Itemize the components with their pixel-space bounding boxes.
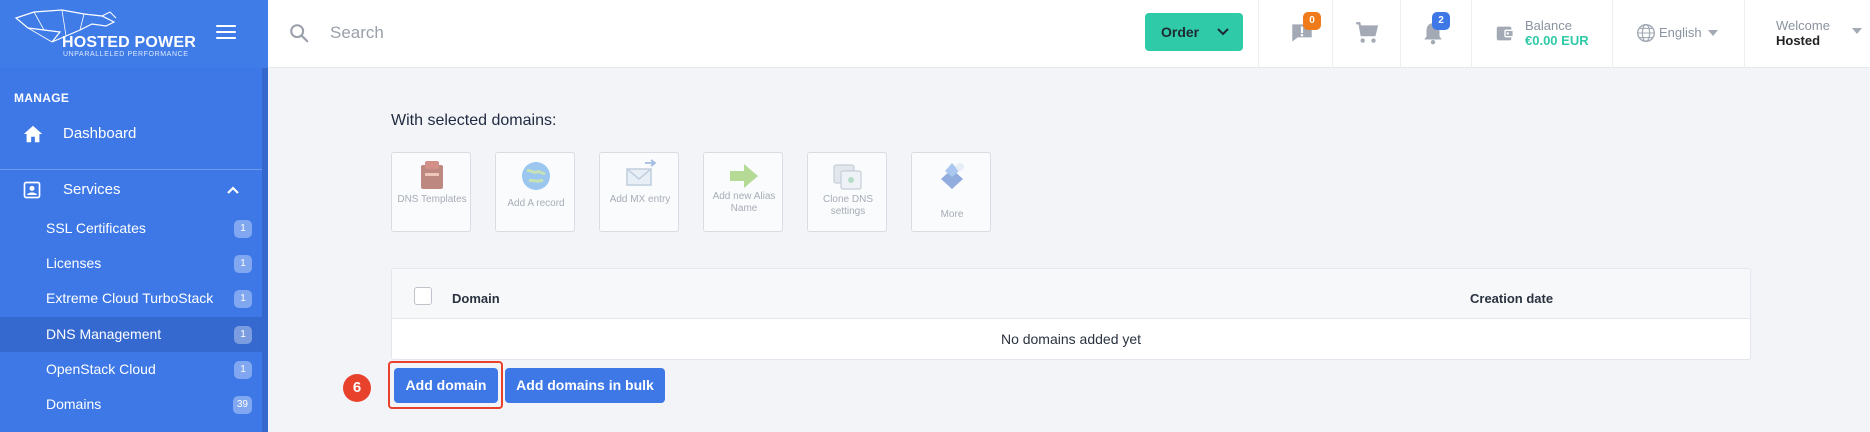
notifications-count-badge: 2 bbox=[1432, 12, 1450, 30]
sidebar-item-licenses[interactable]: Licenses 1 bbox=[0, 246, 262, 281]
sidebar-item-ssl-certificates[interactable]: SSL Certificates 1 bbox=[0, 211, 262, 246]
action-dns-templates[interactable]: DNS Templates bbox=[391, 152, 471, 232]
sidebar-item-domains[interactable]: Domains 39 bbox=[0, 387, 262, 422]
globe-icon bbox=[522, 162, 550, 190]
sidebar-item-label: SSL Certificates bbox=[46, 220, 146, 236]
count-badge: 1 bbox=[234, 290, 252, 308]
sidebar-item-label: Licenses bbox=[46, 255, 102, 271]
messages-count-badge: 0 bbox=[1303, 12, 1321, 30]
caret-down-icon bbox=[1852, 28, 1862, 34]
chevron-up-icon bbox=[227, 186, 239, 194]
sidebar-item-label: Dashboard bbox=[63, 125, 137, 142]
table-header: Domain Creation date bbox=[392, 269, 1750, 319]
column-header-creation-date[interactable]: Creation date bbox=[1470, 291, 1553, 306]
home-icon bbox=[23, 125, 43, 143]
dns-templates-icon bbox=[421, 161, 443, 189]
empty-state-text: No domains added yet bbox=[1000, 331, 1142, 347]
count-badge: 1 bbox=[234, 361, 252, 379]
balance-label: Balance bbox=[1525, 18, 1572, 33]
action-add-a-record[interactable]: Add A record bbox=[495, 152, 575, 232]
count-badge: 1 bbox=[234, 220, 252, 238]
action-clone-dns-settings[interactable]: Clone DNS settings bbox=[807, 152, 887, 232]
arrow-right-icon bbox=[730, 164, 758, 188]
account-box-icon bbox=[23, 181, 41, 199]
mail-icon bbox=[626, 159, 657, 186]
globe-icon bbox=[1637, 24, 1655, 42]
add-domains-bulk-button[interactable]: Add domains in bulk bbox=[505, 368, 665, 403]
search-icon[interactable] bbox=[288, 22, 310, 44]
domains-table: Domain Creation date No domains added ye… bbox=[391, 268, 1751, 360]
brand-name: HOSTED POWER bbox=[62, 34, 196, 51]
app-root: HOSTED POWER UNPARALLELED PERFORMANCE MA… bbox=[0, 0, 1870, 432]
menu-toggle-icon[interactable] bbox=[216, 25, 236, 41]
balance-value: €0.00 EUR bbox=[1525, 33, 1589, 48]
sidebar-item-dns-management[interactable]: DNS Management 1 bbox=[0, 317, 262, 352]
user-menu[interactable]: Welcome Hosted bbox=[1776, 18, 1866, 52]
welcome-label: Welcome bbox=[1776, 18, 1830, 33]
chevron-down-icon bbox=[1217, 28, 1229, 36]
sidebar-item-label: Services bbox=[63, 181, 121, 198]
sidebar-item-label: Extreme Cloud TurboStack bbox=[46, 290, 214, 306]
action-more[interactable]: More bbox=[911, 152, 991, 232]
language-label: English bbox=[1659, 25, 1702, 40]
action-label: Add A record bbox=[507, 198, 565, 209]
topbar-separator bbox=[1258, 0, 1259, 68]
more-icon bbox=[941, 163, 964, 189]
action-label: Add new Alias Name bbox=[712, 191, 776, 214]
add-domain-button[interactable]: Add domain bbox=[394, 368, 498, 403]
count-badge: 1 bbox=[234, 255, 252, 273]
topbar-separator bbox=[1744, 0, 1745, 68]
sidebar-item-openstack-cloud[interactable]: OpenStack Cloud 1 bbox=[0, 352, 262, 387]
search-input[interactable] bbox=[330, 18, 930, 48]
sidebar-item-label: OpenStack Cloud bbox=[46, 361, 156, 377]
topbar-separator bbox=[1400, 0, 1401, 68]
sidebar: HOSTED POWER UNPARALLELED PERFORMANCE MA… bbox=[0, 0, 268, 432]
action-add-new-alias-name[interactable]: Add new Alias Name bbox=[703, 152, 783, 232]
page-title: With selected domains: bbox=[391, 112, 557, 129]
column-header-domain[interactable]: Domain bbox=[452, 291, 500, 306]
sidebar-item-dashboard[interactable]: Dashboard bbox=[0, 112, 262, 156]
order-button[interactable]: Order bbox=[1145, 13, 1243, 51]
action-label: DNS Templates bbox=[397, 194, 467, 205]
order-button-label: Order bbox=[1161, 24, 1200, 40]
clone-icon bbox=[833, 164, 862, 190]
sidebar-item-label: DNS Management bbox=[46, 326, 162, 342]
sidebar-edge bbox=[262, 68, 268, 432]
topbar-separator bbox=[1612, 0, 1613, 68]
sidebar-item-extreme-cloud-turbostack[interactable]: Extreme Cloud TurboStack 1 bbox=[0, 281, 262, 316]
topbar-separator bbox=[1471, 0, 1472, 68]
shopping-cart-icon[interactable] bbox=[1354, 20, 1380, 46]
user-name: Hosted bbox=[1776, 33, 1821, 48]
action-label: Add MX entry bbox=[609, 194, 671, 205]
caret-down-icon bbox=[1708, 30, 1718, 36]
select-all-checkbox[interactable] bbox=[414, 287, 432, 305]
section-label-manage: MANAGE bbox=[14, 91, 70, 105]
topbar-separator bbox=[1332, 0, 1333, 68]
count-badge: 39 bbox=[232, 396, 252, 414]
action-label: More bbox=[940, 209, 964, 220]
action-add-mx-entry[interactable]: Add MX entry bbox=[599, 152, 679, 232]
sidebar-item-services[interactable]: Services bbox=[0, 170, 262, 210]
brand-tagline: UNPARALLELED PERFORMANCE bbox=[63, 51, 189, 58]
step-number-badge: 6 bbox=[343, 374, 371, 402]
topbar: Order 0 2 bbox=[268, 0, 1870, 68]
brand-header: HOSTED POWER UNPARALLELED PERFORMANCE bbox=[0, 0, 268, 68]
wallet-icon bbox=[1496, 26, 1514, 41]
sidebar-item-label: Domains bbox=[46, 396, 102, 412]
count-badge: 1 bbox=[234, 326, 252, 344]
action-label: Clone DNS settings bbox=[822, 194, 874, 217]
